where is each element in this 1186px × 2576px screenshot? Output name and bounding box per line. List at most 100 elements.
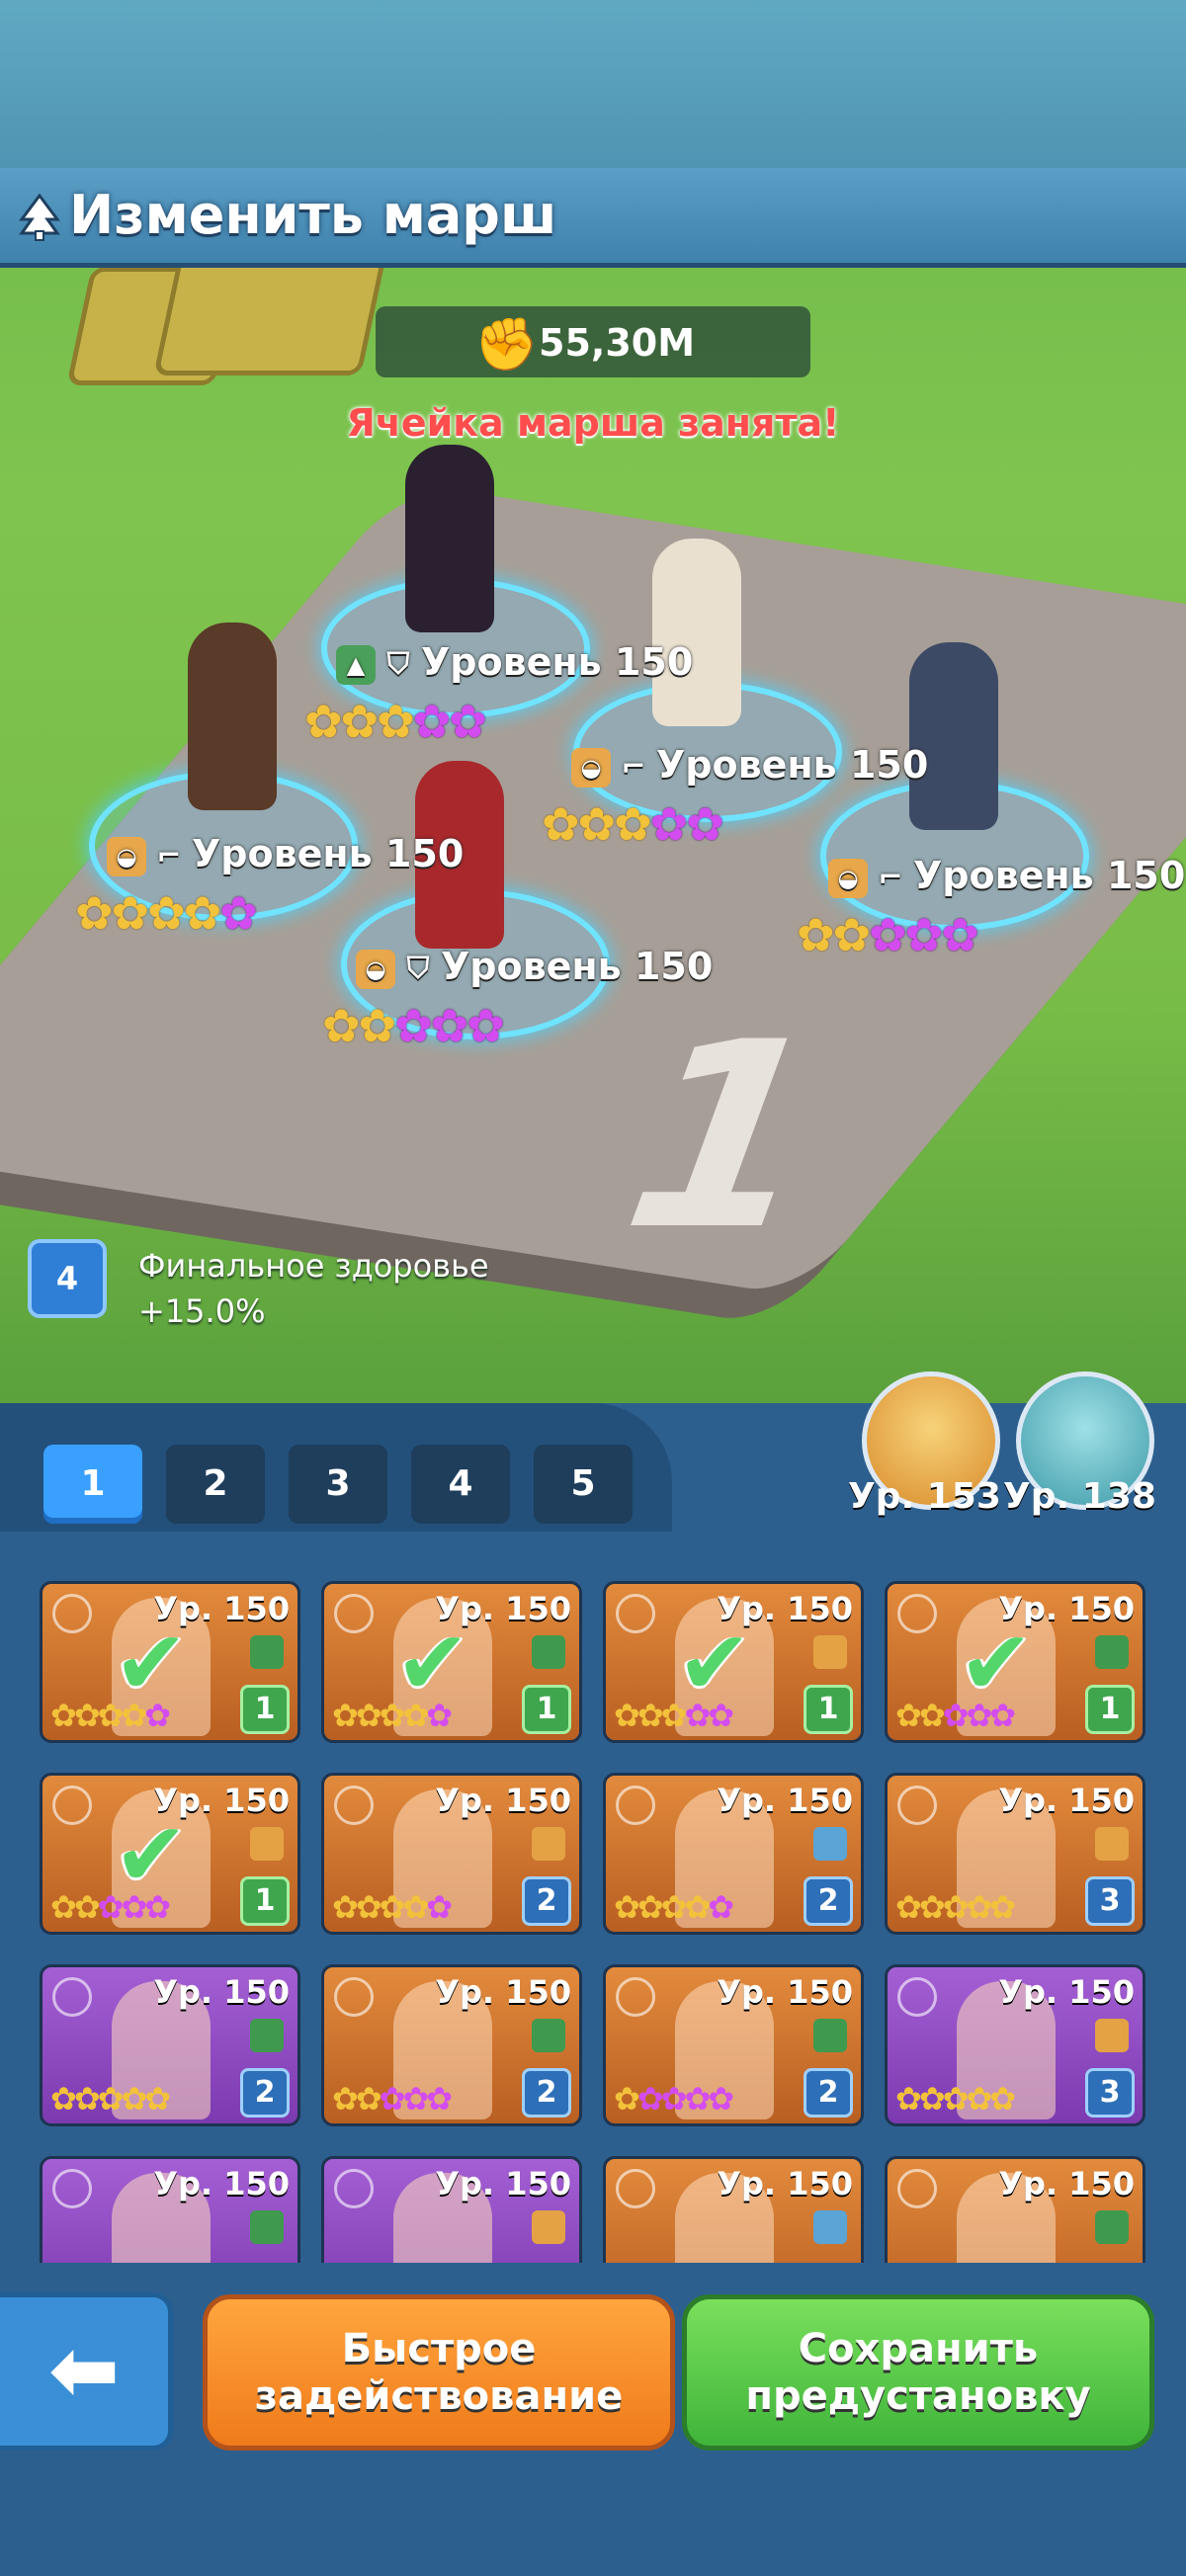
back-button[interactable]: ⬅ bbox=[0, 2292, 173, 2451]
type-icon bbox=[532, 1827, 565, 1861]
hero-card[interactable]: Ур. 150 bbox=[321, 2156, 582, 2263]
tab-preset-3[interactable]: 3 bbox=[289, 1445, 387, 1524]
slot-level-label: ◒ ⌐ Уровень 150 bbox=[107, 832, 464, 876]
gold-star-icon: ✿ bbox=[918, 2080, 946, 2118]
class-icon bbox=[897, 2169, 937, 2208]
type-icon bbox=[1095, 1827, 1129, 1861]
quick-deploy-label: Быстрое задействование bbox=[254, 2326, 624, 2419]
gold-star-icon: ✿ bbox=[50, 1888, 77, 1926]
gold-star-icon: ✿ bbox=[355, 2080, 382, 2118]
hero-card[interactable]: Ур. 150 ✿✿✿✿✿ 2 bbox=[603, 1773, 864, 1935]
class-icon bbox=[334, 1786, 374, 1825]
save-preset-button[interactable]: Сохранить предустановку bbox=[682, 2294, 1154, 2451]
hero-stars: ✿✿✿✿✿ bbox=[895, 2080, 1016, 2118]
class-icon bbox=[897, 1977, 937, 2017]
gold-star-icon: ✿ bbox=[332, 1888, 359, 1926]
hero-stars: ✿✿✿✿✿ bbox=[332, 1888, 454, 1926]
hero-card[interactable]: Ур. 150 bbox=[885, 2156, 1145, 2263]
type-icon bbox=[250, 1635, 284, 1669]
purple-star-icon: ✿ bbox=[430, 999, 469, 1052]
bonus-value: +15.0% bbox=[138, 1292, 266, 1330]
tree-back-icon[interactable] bbox=[18, 194, 61, 241]
tab-preset-4[interactable]: 4 bbox=[411, 1445, 510, 1524]
class-icon bbox=[334, 2169, 374, 2208]
tab-preset-5[interactable]: 5 bbox=[534, 1445, 633, 1524]
slot-stars: ✿✿✿✿✿ bbox=[75, 886, 258, 940]
hero-card[interactable]: Ур. 150 ✿✿✿✿✿ 1 ✔ bbox=[40, 1773, 300, 1935]
march-count-badge: 2 bbox=[522, 1876, 571, 1926]
march-count-badge: 2 bbox=[804, 1876, 853, 1926]
type-icon bbox=[813, 1827, 847, 1861]
hero-level: Ур. 150 bbox=[435, 1782, 571, 1819]
type-icon bbox=[532, 2210, 565, 2244]
gold-star-icon: ✿ bbox=[304, 695, 343, 748]
tab-preset-2[interactable]: 2 bbox=[166, 1445, 265, 1524]
class-icon bbox=[334, 1594, 374, 1633]
tab-preset-1[interactable]: 1 bbox=[43, 1445, 142, 1524]
hero-card[interactable]: Ур. 150 ✿✿✿✿✿ 2 bbox=[603, 1964, 864, 2126]
hero-card[interactable]: Ур. 150 ✿✿✿✿✿ 1 ✔ bbox=[603, 1581, 864, 1743]
pistol-icon: ⌐ bbox=[156, 838, 182, 873]
gold-star-icon: ✿ bbox=[73, 2080, 101, 2118]
hero-card[interactable]: Ур. 150 ✿✿✿✿✿ 2 bbox=[321, 1964, 582, 2126]
shield-icon: ⛉ bbox=[386, 646, 410, 682]
page-title: Изменить марш bbox=[69, 184, 557, 246]
bonus-skill-icon[interactable]: 4 bbox=[28, 1239, 107, 1318]
fist-icon: ✊ bbox=[474, 315, 539, 374]
class-icon bbox=[897, 1594, 937, 1633]
gold-star-icon: ✿ bbox=[614, 797, 652, 851]
hero-figure[interactable] bbox=[652, 539, 741, 726]
hero-card[interactable]: Ур. 150 ✿✿✿✿✿ 1 ✔ bbox=[321, 1581, 582, 1743]
hero-level: Ур. 150 bbox=[717, 1973, 853, 2011]
hero-card[interactable]: Ур. 150 bbox=[40, 2156, 300, 2263]
shield-icon: ⛉ bbox=[406, 951, 430, 986]
gold-star-icon: ✿ bbox=[377, 695, 415, 748]
gold-star-icon: ✿ bbox=[183, 886, 222, 940]
hero-stars: ✿✿✿✿✿ bbox=[895, 1888, 1016, 1926]
class-icon bbox=[52, 1594, 92, 1633]
purple-star-icon: ✿ bbox=[394, 999, 433, 1052]
slot-level-label: ◒ ⌐ Уровень 150 bbox=[571, 743, 928, 788]
gold-star-icon: ✿ bbox=[332, 1697, 359, 1734]
hero-card[interactable]: Ур. 150 ✿✿✿✿✿ 1 ✔ bbox=[885, 1581, 1145, 1743]
march-count-badge: 2 bbox=[240, 2068, 290, 2118]
hero-card[interactable]: Ур. 150 ✿✿✿✿✿ 2 bbox=[40, 1964, 300, 2126]
purple-star-icon: ✿ bbox=[904, 908, 944, 961]
type-icon bbox=[1095, 2019, 1129, 2052]
gold-star-icon: ✿ bbox=[75, 886, 114, 940]
gold-star-icon: ✿ bbox=[797, 908, 835, 961]
quick-deploy-button[interactable]: Быстрое задействование bbox=[203, 2294, 675, 2451]
gold-star-icon: ✿ bbox=[73, 1697, 101, 1734]
slot-stars: ✿✿✿✿✿ bbox=[542, 797, 724, 851]
hero-card[interactable]: Ур. 150 bbox=[603, 2156, 864, 2263]
gold-star-icon: ✿ bbox=[144, 2080, 172, 2118]
hero-card[interactable]: Ур. 150 ✿✿✿✿✿ 3 bbox=[885, 1773, 1145, 1935]
gold-star-icon: ✿ bbox=[577, 797, 617, 851]
purple-star-icon: ✿ bbox=[636, 2080, 664, 2118]
class-icon bbox=[897, 1786, 937, 1825]
march-count-badge: 2 bbox=[522, 2068, 571, 2118]
slot-stars: ✿✿✿✿✿ bbox=[322, 999, 505, 1052]
purple-star-icon: ✿ bbox=[686, 797, 724, 851]
hero-level: Ур. 150 bbox=[435, 2165, 571, 2202]
hero-level: Ур. 150 bbox=[717, 1782, 853, 1819]
hero-card[interactable]: Ур. 150 ✿✿✿✿✿ 2 bbox=[321, 1773, 582, 1935]
hero-card[interactable]: Ур. 150 ✿✿✿✿✿ 1 ✔ bbox=[40, 1581, 300, 1743]
purple-star-icon: ✿ bbox=[869, 908, 907, 961]
hero-figure[interactable] bbox=[909, 642, 998, 830]
bonus-label: Финальное здоровье bbox=[138, 1247, 489, 1285]
hero-figure[interactable] bbox=[188, 623, 277, 810]
gold-star-icon: ✿ bbox=[636, 1888, 664, 1926]
march-count-badge: 1 bbox=[240, 1685, 290, 1734]
gold-star-icon: ✿ bbox=[332, 2080, 359, 2118]
gold-star-icon: ✿ bbox=[147, 886, 186, 940]
sky-backdrop bbox=[0, 0, 1186, 168]
type-icon bbox=[813, 2019, 847, 2052]
purple-star-icon: ✿ bbox=[426, 1888, 454, 1926]
class-icon bbox=[616, 1977, 655, 2017]
hero-figure[interactable] bbox=[405, 445, 494, 632]
gold-star-icon: ✿ bbox=[918, 1888, 946, 1926]
class-icon bbox=[616, 2169, 655, 2208]
hero-card[interactable]: Ур. 150 ✿✿✿✿✿ 3 bbox=[885, 1964, 1145, 2126]
hero-level: Ур. 150 bbox=[717, 2165, 853, 2202]
